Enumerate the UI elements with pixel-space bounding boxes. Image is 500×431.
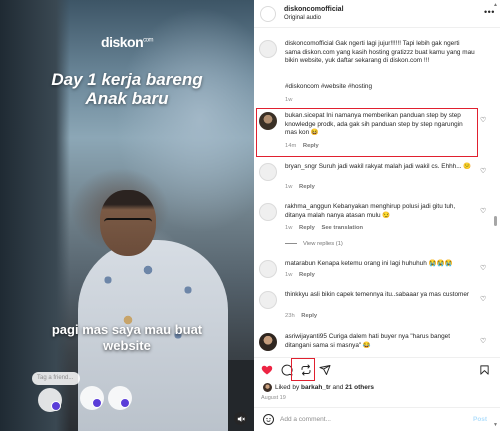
avatar[interactable]	[259, 163, 277, 181]
comment-meta: 1w	[285, 97, 292, 103]
highlight-annotation	[256, 108, 478, 157]
comment-time: 1w	[285, 272, 293, 278]
reply-button[interactable]: Reply	[299, 184, 315, 190]
comment-body: Kenapa ketemu orang ini lagi huhuhuh 😭😭😭	[317, 260, 453, 267]
view-replies-button[interactable]: View replies (1)	[285, 241, 343, 247]
emoji-icon[interactable]	[263, 414, 274, 425]
send-icon[interactable]	[318, 364, 331, 377]
avatar[interactable]	[259, 203, 277, 221]
heart-icon[interactable]	[260, 364, 273, 377]
comment-time: 1w	[285, 184, 293, 190]
video-person-glasses	[104, 218, 152, 228]
avatar[interactable]	[259, 260, 277, 278]
reply-button[interactable]: Reply	[301, 313, 317, 319]
comment-list[interactable]: diskoncomofficial Gak ngerti lagi jujur!…	[254, 29, 500, 354]
reply-button[interactable]: Reply	[299, 225, 315, 231]
subtitle-line-2: website	[103, 338, 151, 353]
brand-suffix: com	[143, 37, 153, 44]
post-date[interactable]: August 19	[261, 395, 286, 401]
divider	[285, 242, 297, 244]
view-replies-label: View replies (1)	[303, 241, 343, 247]
comment-text: asriwijayanti95 Curiga dalem hati buyer …	[285, 333, 475, 350]
comment-username[interactable]: asriwijayanti95	[285, 333, 327, 340]
scrollbar[interactable]: ▲ ▼	[493, 2, 498, 429]
comment-username[interactable]: thinkkyu	[285, 291, 308, 298]
comment-username[interactable]: diskoncomofficial	[285, 40, 334, 47]
comment-time: 1w	[285, 225, 293, 231]
bookmark-icon[interactable]	[478, 364, 491, 377]
scrollbar-thumb[interactable]	[494, 216, 497, 226]
heart-outline-icon[interactable]: ♡	[480, 295, 486, 303]
comment-text: bryan_sngr Suruh jadi wakil rakyat malah…	[285, 163, 475, 172]
caption-hashtags[interactable]: #diskoncom #website #hosting	[285, 83, 475, 92]
avatar[interactable]	[260, 6, 276, 22]
comment-body: asli bikin capek temennya itu..sabaaar y…	[310, 291, 470, 298]
subtitle-line-1: pagi mas saya mau buat	[51, 322, 203, 337]
video-headline: Day 1 kerja bareng Anak baru	[0, 70, 254, 108]
video-brand-logo: diskoncom	[0, 34, 254, 50]
avatar	[263, 383, 272, 392]
heart-outline-icon[interactable]: ♡	[480, 167, 486, 175]
reply-button[interactable]: Reply	[299, 272, 315, 278]
highlight-annotation	[291, 358, 315, 381]
post-audio[interactable]: Original audio	[284, 15, 321, 21]
comment-meta: 23h Reply	[285, 313, 317, 319]
scroll-up-icon[interactable]: ▲	[493, 2, 498, 8]
video-player[interactable]: diskoncom Day 1 kerja bareng Anak baru p…	[0, 0, 254, 431]
add-comment-bar: Post	[254, 407, 500, 431]
comment-time: 1w	[285, 97, 293, 103]
speaker-muted-icon[interactable]	[234, 412, 247, 425]
video-subtitle: pagi mas saya mau buat website	[0, 322, 254, 354]
tag-friend-input[interactable]: Tag a friend...	[32, 372, 80, 385]
liked-by-prefix: Liked by	[275, 384, 300, 391]
liked-by-others-link[interactable]: 21 others	[345, 384, 374, 391]
liked-by-user-link[interactable]: barkah_tr	[301, 384, 331, 391]
comment-username[interactable]: bryan_sngr	[285, 163, 317, 170]
post-comment-button[interactable]: Post	[473, 416, 487, 423]
liked-by-summary: Liked by barkah_tr and 21 others	[263, 383, 374, 392]
tag-badge-icon	[120, 398, 130, 408]
avatar[interactable]	[259, 291, 277, 309]
comment-time: 23h	[285, 313, 295, 319]
video-background	[0, 0, 70, 431]
avatar[interactable]	[259, 333, 277, 351]
post-username[interactable]: diskoncomofficial	[284, 6, 344, 13]
tag-badge-icon	[51, 401, 61, 411]
comment-meta: 1w Reply	[285, 184, 315, 190]
comment-username[interactable]: matarabun	[285, 260, 316, 267]
comment-meta: 1w Reply	[285, 272, 315, 278]
heart-outline-icon[interactable]: ♡	[480, 207, 486, 215]
comment-body: Suruh jadi wakil rakyat malah jadi wakil…	[318, 163, 472, 170]
comment-input[interactable]	[280, 413, 450, 426]
heart-outline-icon[interactable]: ♡	[480, 337, 486, 345]
comment-text: rakhma_anggun Kebanyakan menghirup polus…	[285, 203, 475, 220]
brand-name: diskon	[101, 34, 144, 50]
avatar[interactable]	[259, 40, 277, 58]
liked-by-and: and	[332, 384, 344, 391]
comment-text: thinkkyu asli bikin capek temennya itu..…	[285, 291, 475, 300]
comment-text: matarabun Kenapa ketemu orang ini lagi h…	[285, 260, 475, 269]
comment-meta: 1w Reply See translation	[285, 225, 363, 231]
comment-text: diskoncomofficial Gak ngerti lagi jujur!…	[285, 40, 475, 66]
headline-line-1: Day 1 kerja bareng	[51, 70, 203, 89]
scroll-down-icon[interactable]: ▼	[493, 422, 498, 428]
heart-outline-icon[interactable]: ♡	[480, 264, 486, 272]
headline-line-2: Anak baru	[85, 89, 169, 108]
post-header: diskoncomofficial Original audio •••	[254, 0, 500, 28]
comment-username[interactable]: rakhma_anggun	[285, 203, 331, 210]
see-translation-button[interactable]: See translation	[321, 225, 363, 231]
tag-badge-icon	[92, 398, 102, 408]
heart-outline-icon[interactable]: ♡	[480, 116, 486, 124]
